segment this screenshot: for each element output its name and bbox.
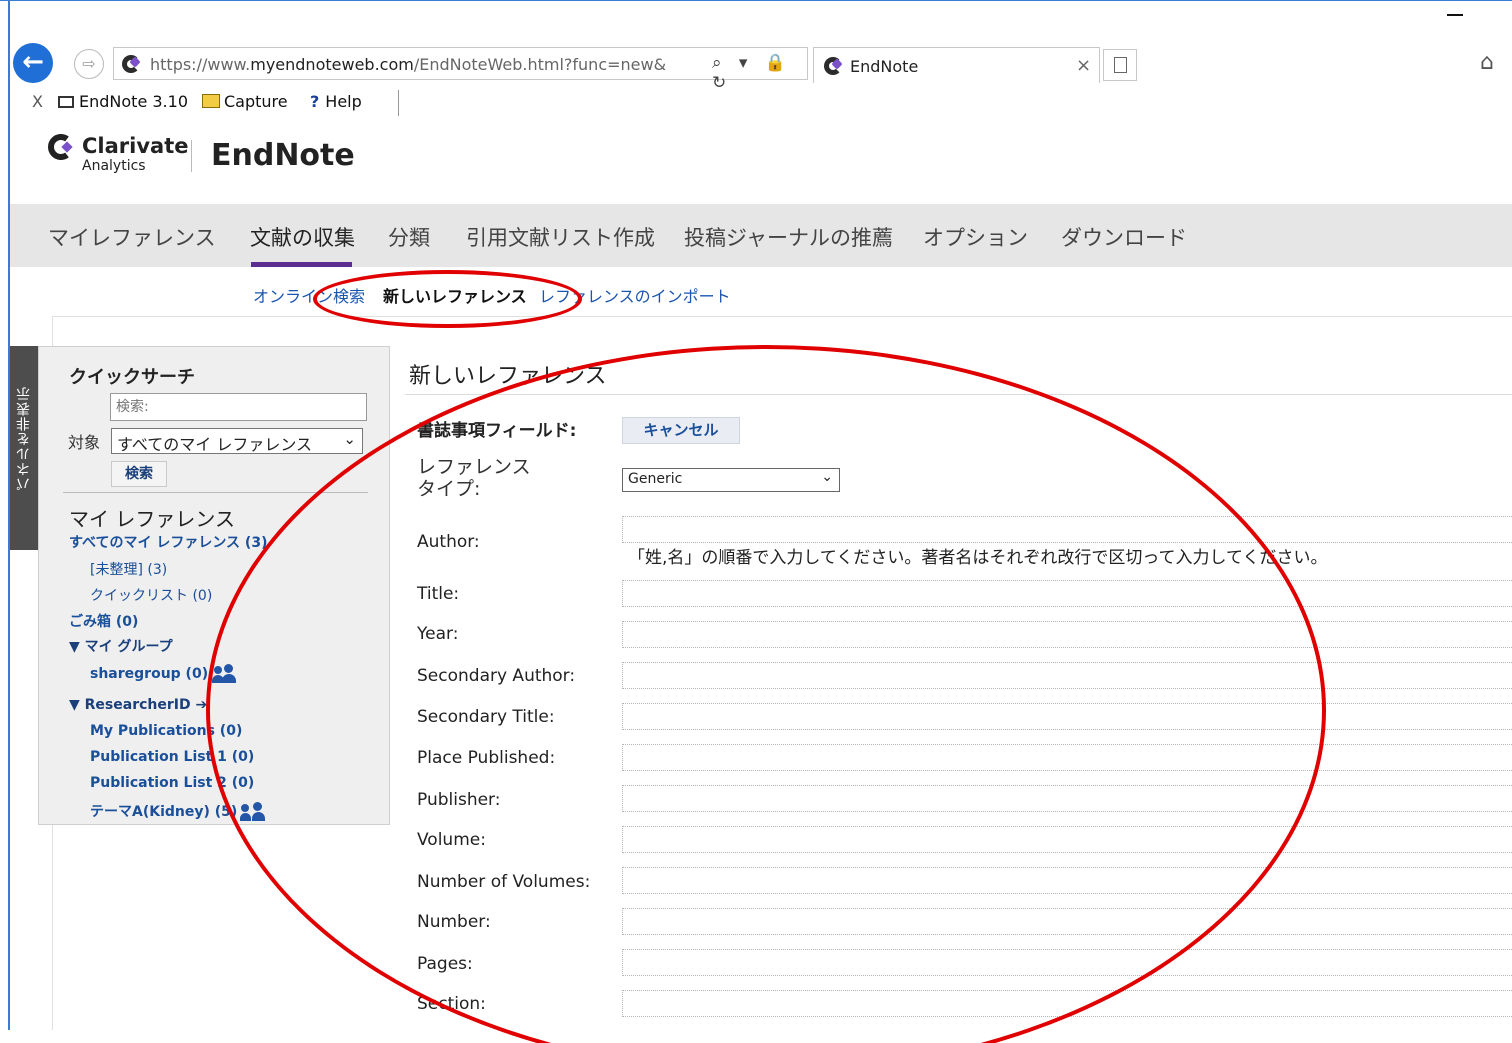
bibliographic-fields-label: 書誌事項フィールド:: [417, 421, 577, 441]
tree-sharegroup[interactable]: sharegroup (0): [90, 664, 237, 684]
tree-publication-list-1[interactable]: Publication List 1 (0): [90, 749, 254, 765]
field-label-title: Title:: [417, 584, 460, 604]
capture-icon: [202, 94, 220, 108]
field-label-secondary-author: Secondary Author:: [417, 666, 576, 686]
favorite-endnote[interactable]: EndNote 3.10: [58, 92, 188, 111]
reference-type-label: レファレンス タイプ:: [417, 456, 531, 500]
subnav-online-search[interactable]: オンライン検索: [253, 283, 365, 307]
field-label-section: Section:: [417, 994, 486, 1014]
favbar-close-icon[interactable]: X: [32, 92, 43, 111]
tree-researcher-id[interactable]: ▼ ResearcherID ➔: [69, 697, 207, 713]
new-tab-icon: [1114, 57, 1127, 73]
field-label-number-of-volumes: Number of Volumes:: [417, 872, 591, 892]
window-top-border: [0, 0, 1512, 6]
field-label-author: Author:: [417, 532, 480, 552]
number-of-volumes-input[interactable]: [622, 867, 1512, 894]
year-input[interactable]: [622, 621, 1512, 648]
field-label-number: Number:: [417, 912, 491, 932]
subnav-import[interactable]: レファレンスのインポート: [539, 283, 731, 307]
nav-format[interactable]: 引用文献リスト作成: [466, 222, 655, 252]
nav-options[interactable]: オプション: [923, 222, 1028, 252]
tree-my-groups[interactable]: ▼ マイ グループ: [69, 636, 173, 656]
quick-search-title: クイックサーチ: [69, 367, 195, 388]
reference-type-select[interactable]: Generic ⌄: [622, 468, 840, 492]
window-icon: [58, 96, 74, 108]
field-label-volume: Volume:: [417, 830, 486, 850]
field-label-year: Year:: [417, 624, 459, 644]
subnav-new-reference[interactable]: 新しいレファレンス: [383, 283, 527, 307]
field-label-publisher: Publisher:: [417, 790, 501, 810]
nav-my-references[interactable]: マイレファレンス: [48, 222, 216, 252]
brand-sub: Analytics: [82, 158, 146, 174]
field-label-secondary-title: Secondary Title:: [417, 707, 555, 727]
field-label-pages: Pages:: [417, 954, 473, 974]
tree-all-references[interactable]: すべてのマイ レファレンス (3): [69, 532, 267, 552]
form-title: 新しいレファレンス: [409, 364, 607, 389]
help-icon: ?: [310, 92, 320, 111]
address-tools-icons[interactable]: ⌕ ▾ 🔒 ↻: [712, 53, 807, 93]
form-divider: [405, 394, 1512, 395]
title-input[interactable]: [622, 580, 1512, 607]
section-input[interactable]: [622, 990, 1512, 1017]
nav-collect[interactable]: 文献の収集: [250, 222, 355, 252]
endnote-favicon-icon: [824, 57, 843, 75]
pages-input[interactable]: [622, 949, 1512, 976]
nav-downloads[interactable]: ダウンロード: [1061, 222, 1187, 252]
tree-unfiled[interactable]: [未整理] (3): [90, 559, 167, 579]
shared-group-icon: [212, 664, 237, 684]
favbar-divider: [398, 90, 399, 116]
close-tab-icon[interactable]: ×: [1076, 55, 1091, 76]
my-references-title: マイ レファレンス: [69, 507, 235, 531]
browser-tab[interactable]: EndNote ×: [813, 47, 1100, 83]
clarivate-logo-icon: [48, 134, 73, 160]
shared-group-icon: [240, 802, 266, 822]
url-text[interactable]: https://www.myendnoteweb.com/EndNoteWeb.…: [150, 55, 666, 74]
nav-organize[interactable]: 分類: [388, 222, 430, 252]
nav-match[interactable]: 投稿ジャーナルの推薦: [684, 222, 893, 252]
place-published-input[interactable]: [622, 744, 1512, 771]
volume-input[interactable]: [622, 826, 1512, 853]
cancel-button[interactable]: キャンセル: [622, 417, 740, 444]
number-input[interactable]: [622, 908, 1512, 935]
nav-active-indicator: [251, 262, 352, 267]
panel-divider: [63, 492, 368, 493]
tree-quicklist[interactable]: クイックリスト (0): [90, 585, 212, 605]
product-title: EndNote: [211, 138, 355, 173]
brand-divider: [191, 140, 192, 172]
content-border-top: [52, 316, 1512, 317]
search-scope-select[interactable]: すべてのマイ レファレンス ⌄: [111, 428, 363, 454]
field-label-place-published: Place Published:: [417, 748, 556, 768]
quick-search-button[interactable]: 検索: [111, 461, 167, 487]
tree-trash[interactable]: ごみ箱 (0): [69, 611, 138, 631]
tree-theme-kidney[interactable]: テーマA(Kidney) (5): [90, 801, 266, 822]
chevron-down-icon: ⌄: [343, 430, 356, 448]
tab-title: EndNote: [850, 57, 919, 76]
author-hint: 「姓,名」の順番で入力してください。著者名はそれぞれ改行で区切って入力してくださ…: [628, 548, 1328, 568]
minimize-icon[interactable]: [1447, 14, 1463, 16]
new-tab-button[interactable]: [1103, 49, 1137, 81]
favorite-help[interactable]: ? Help: [310, 92, 362, 111]
hide-panel-tab[interactable]: パネルを非表示: [10, 346, 38, 550]
endnote-favicon-icon: [122, 55, 141, 73]
tree-my-publications[interactable]: My Publications (0): [90, 723, 242, 739]
author-input[interactable]: [622, 516, 1512, 543]
home-icon[interactable]: ⌂: [1480, 50, 1494, 75]
forward-arrow-icon[interactable]: ⇨: [74, 49, 104, 79]
favorite-capture[interactable]: Capture: [202, 92, 288, 111]
publisher-input[interactable]: [622, 785, 1512, 812]
quick-search-input[interactable]: [110, 393, 367, 421]
search-scope-label: 対象: [68, 433, 101, 452]
back-arrow-icon[interactable]: ←: [13, 43, 53, 83]
arrow-right-icon: ➔: [195, 697, 208, 713]
brand-name: Clarivate: [82, 134, 189, 158]
chevron-down-icon: ⌄: [821, 469, 833, 485]
main-nav: マイレファレンス 文献の収集 分類 引用文献リスト作成 投稿ジャーナルの推薦 オ…: [10, 204, 1512, 267]
left-panel: クイックサーチ 対象 すべてのマイ レファレンス⌄ 検索 マイ レファレンス す…: [38, 346, 390, 825]
secondary-title-input[interactable]: [622, 703, 1512, 730]
tree-publication-list-2[interactable]: Publication List 2 (0): [90, 775, 254, 791]
secondary-author-input[interactable]: [622, 662, 1512, 689]
address-bar[interactable]: https://www.myendnoteweb.com/EndNoteWeb.…: [113, 47, 808, 93]
